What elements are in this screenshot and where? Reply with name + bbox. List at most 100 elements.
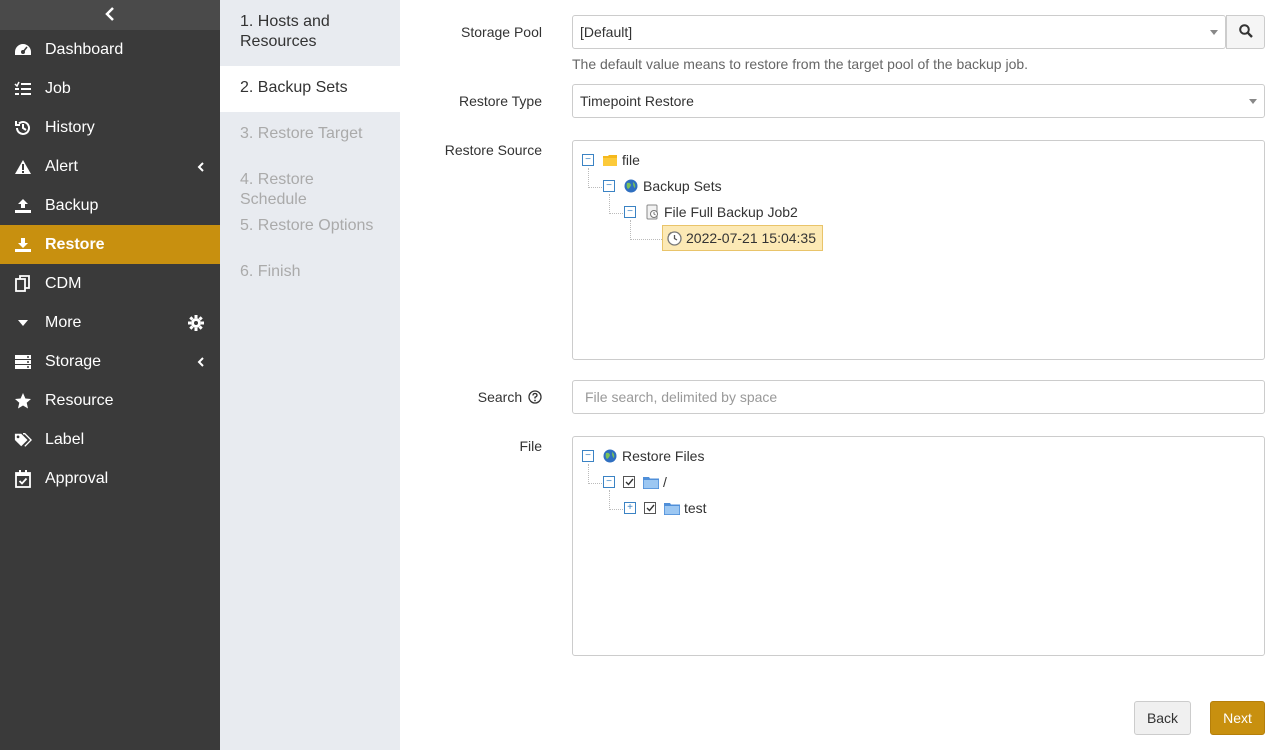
step-label: 1. Hosts and Resources bbox=[240, 13, 330, 50]
globe-icon bbox=[623, 178, 639, 194]
checkbox[interactable] bbox=[644, 502, 656, 514]
sidebar-item-cdm[interactable]: CDM bbox=[0, 264, 220, 303]
step-label: 3. Restore Target bbox=[240, 125, 363, 142]
restore-type-select[interactable]: Timepoint Restore bbox=[572, 84, 1265, 118]
globe-icon bbox=[602, 448, 618, 464]
help-icon[interactable] bbox=[528, 390, 542, 407]
chevron-left-icon bbox=[105, 6, 115, 24]
collapse-icon[interactable]: − bbox=[603, 476, 615, 488]
storage-pool-label: Storage Pool bbox=[461, 24, 542, 40]
upload-icon bbox=[14, 197, 32, 215]
file-tree: − Restore Files − / + test bbox=[572, 436, 1265, 656]
folder-icon bbox=[643, 474, 659, 490]
tree-node-label: test bbox=[684, 500, 707, 516]
sidebar-item-alert[interactable]: Alert bbox=[0, 147, 220, 186]
caret-down-icon bbox=[14, 314, 32, 332]
sidebar-collapse-button[interactable] bbox=[0, 0, 220, 30]
file-search-input[interactable] bbox=[572, 380, 1265, 414]
sidebar-item-job[interactable]: Job bbox=[0, 69, 220, 108]
storage-pool-search-button[interactable] bbox=[1226, 15, 1265, 49]
tree-node-timepoint[interactable]: 2022-07-21 15:04:35 bbox=[662, 225, 823, 251]
sidebar-item-label: Alert bbox=[45, 157, 78, 175]
tree-node-job[interactable]: − File Full Backup Job2 bbox=[624, 201, 798, 223]
tree-guide bbox=[609, 490, 610, 510]
caret-down-icon bbox=[1249, 99, 1257, 104]
file-label: File bbox=[519, 438, 542, 454]
tree-node-restore-files[interactable]: − Restore Files bbox=[582, 445, 704, 467]
warning-icon bbox=[14, 158, 32, 176]
back-button[interactable]: Back bbox=[1134, 701, 1191, 735]
tree-node-label: file bbox=[622, 152, 640, 168]
tree-node-label: File Full Backup Job2 bbox=[664, 204, 798, 220]
collapse-icon[interactable]: − bbox=[582, 154, 594, 166]
expand-icon[interactable]: + bbox=[624, 502, 636, 514]
tree-node-label: Backup Sets bbox=[643, 178, 722, 194]
restore-type-value: Timepoint Restore bbox=[580, 93, 694, 109]
tree-guide bbox=[609, 213, 625, 214]
storage-pool-select[interactable]: [Default] bbox=[572, 15, 1226, 49]
sidebar-item-label: Resource bbox=[45, 391, 114, 409]
tree-guide bbox=[609, 509, 625, 510]
tree-node-test[interactable]: + test bbox=[624, 497, 707, 519]
sidebar-item-backup[interactable]: Backup bbox=[0, 186, 220, 225]
sidebar-item-more[interactable]: More bbox=[0, 303, 220, 342]
step-hosts-and-resources[interactable]: 1. Hosts and Resources bbox=[220, 0, 400, 66]
checkbox[interactable] bbox=[623, 476, 635, 488]
tree-guide bbox=[588, 464, 589, 484]
tree-node-backup-sets[interactable]: − Backup Sets bbox=[603, 175, 722, 197]
star-icon bbox=[14, 392, 32, 410]
search-label: Search bbox=[478, 389, 542, 407]
storage-pool-value: [Default] bbox=[580, 24, 633, 40]
tree-guide bbox=[609, 194, 610, 214]
sidebar-item-resource[interactable]: Resource bbox=[0, 381, 220, 420]
sidebar-item-storage[interactable]: Storage bbox=[0, 342, 220, 381]
sidebar-item-restore[interactable]: Restore bbox=[0, 225, 220, 264]
restore-type-label: Restore Type bbox=[458, 93, 542, 109]
tree-node-file[interactable]: − file bbox=[582, 149, 640, 171]
step-finish: 6. Finish bbox=[220, 250, 400, 296]
sidebar-item-label-nav[interactable]: Label bbox=[0, 420, 220, 459]
step-label: 4. Restore Schedule bbox=[240, 171, 314, 208]
list-icon bbox=[14, 80, 32, 98]
sidebar-item-dashboard[interactable]: Dashboard bbox=[0, 30, 220, 69]
chevron-left-icon bbox=[197, 356, 204, 367]
backup-job-icon bbox=[644, 204, 660, 220]
tree-guide bbox=[588, 187, 604, 188]
step-label: 5. Restore Options bbox=[240, 217, 374, 234]
search-icon bbox=[1238, 23, 1253, 41]
step-backup-sets[interactable]: 2. Backup Sets bbox=[220, 66, 400, 112]
step-restore-options: 5. Restore Options bbox=[220, 204, 400, 250]
sidebar-item-label: Job bbox=[45, 79, 71, 97]
chevron-left-icon bbox=[197, 161, 204, 172]
tree-guide bbox=[588, 483, 604, 484]
step-label: 2. Backup Sets bbox=[240, 79, 348, 96]
sidebar-item-label: More bbox=[45, 313, 82, 331]
collapse-icon[interactable]: − bbox=[582, 450, 594, 462]
sidebar-item-approval[interactable]: Approval bbox=[0, 459, 220, 498]
collapse-icon[interactable]: − bbox=[624, 206, 636, 218]
step-restore-target: 3. Restore Target bbox=[220, 112, 400, 158]
tree-guide bbox=[630, 239, 662, 240]
clock-icon bbox=[666, 230, 682, 246]
sidebar-item-label: Backup bbox=[45, 196, 99, 214]
wizard-steps: 1. Hosts and Resources 2. Backup Sets 3.… bbox=[220, 0, 400, 750]
server-icon bbox=[14, 353, 32, 371]
sidebar-item-label: Label bbox=[45, 430, 85, 448]
sidebar-item-label: CDM bbox=[45, 274, 82, 292]
step-restore-schedule: 4. Restore Schedule bbox=[220, 158, 400, 208]
tree-guide bbox=[630, 220, 631, 240]
step-label: 6. Finish bbox=[240, 263, 301, 280]
collapse-icon[interactable]: − bbox=[603, 180, 615, 192]
next-button[interactable]: Next bbox=[1210, 701, 1265, 735]
caret-down-icon bbox=[1210, 30, 1218, 35]
restore-source-label: Restore Source bbox=[444, 142, 542, 158]
tree-node-label: Restore Files bbox=[622, 448, 705, 464]
sidebar-item-label: History bbox=[45, 118, 95, 136]
tree-node-root-dir[interactable]: − / bbox=[603, 471, 667, 493]
calendar-check-icon bbox=[14, 469, 32, 488]
restore-source-tree: − file − Backup Sets − File Full Backup … bbox=[572, 140, 1265, 360]
download-icon bbox=[14, 236, 32, 254]
folder-icon bbox=[602, 152, 618, 168]
sidebar-item-history[interactable]: History bbox=[0, 108, 220, 147]
gear-icon[interactable] bbox=[188, 314, 204, 331]
